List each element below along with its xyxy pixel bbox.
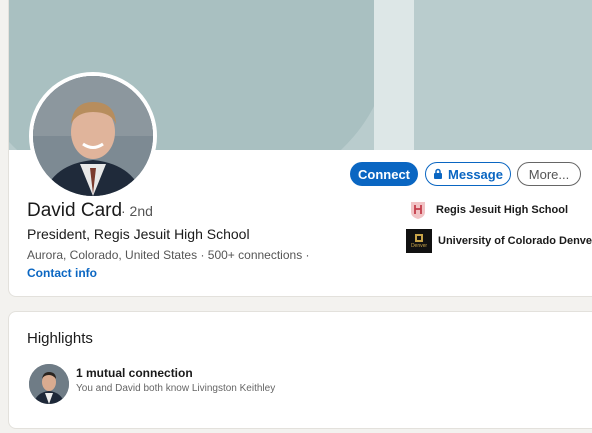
banner-panel: [414, 0, 592, 150]
cu-denver-logo-text: Denver: [410, 243, 428, 249]
regis-shield-icon: [411, 202, 425, 219]
message-button[interactable]: Message: [425, 162, 511, 186]
location-row: Aurora, Colorado, United States · 500+ c…: [27, 248, 310, 262]
connections-count[interactable]: 500+ connections: [208, 248, 302, 262]
separator: ·: [305, 248, 310, 262]
education-item-cu-denver[interactable]: Denver University of Colorado Denver: [406, 229, 592, 253]
profile-avatar[interactable]: [29, 72, 157, 200]
education-item-regis[interactable]: Regis Jesuit High School: [409, 200, 568, 220]
contact-info-link[interactable]: Contact info: [27, 266, 97, 280]
mutual-photo: [29, 364, 69, 404]
separator: ·: [200, 248, 205, 262]
banner-stripe: [374, 0, 414, 150]
cu-mark-icon: [415, 234, 423, 242]
more-button[interactable]: More...: [517, 162, 581, 186]
profile-name: David Card: [27, 200, 123, 221]
highlights-title: Highlights: [27, 330, 93, 347]
education-name: Regis Jesuit High School: [436, 204, 569, 216]
profile-location: Aurora, Colorado, United States: [27, 248, 198, 262]
profile-card: Connect Message More... David Card · 2nd…: [8, 0, 592, 297]
education-name: University of Colorado Denver: [438, 235, 592, 247]
profile-headline: President, Regis Jesuit High School: [27, 226, 250, 242]
highlights-card: Highlights 1 mutual connection You and D…: [8, 311, 592, 429]
lock-icon: [434, 168, 443, 179]
mutual-connection-subtitle: You and David both know Livingston Keith…: [76, 383, 276, 394]
cu-denver-logo: Denver: [406, 229, 432, 253]
message-button-label: Message: [448, 166, 503, 182]
mutual-connection-avatar[interactable]: [29, 364, 69, 404]
connect-button[interactable]: Connect: [350, 162, 418, 186]
connection-degree: · 2nd: [121, 203, 153, 219]
profile-photo: [33, 76, 153, 196]
mutual-connection-title[interactable]: 1 mutual connection: [76, 366, 193, 380]
